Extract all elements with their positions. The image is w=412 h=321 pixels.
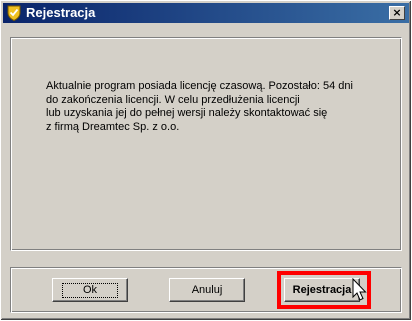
registration-dialog: Rejestracja × Aktualnie program posiada …: [0, 0, 412, 321]
message-line: lub uzyskania jej do pełnej wersji należ…: [46, 107, 328, 119]
app-shield-icon: [6, 5, 22, 22]
message-line: Aktualnie program posiada licencję czaso…: [46, 80, 353, 92]
close-icon[interactable]: ×: [389, 6, 405, 20]
license-message: Aktualnie program posiada licencję czaso…: [46, 80, 366, 134]
message-panel: [10, 37, 402, 251]
cancel-button[interactable]: Anuluj: [169, 278, 245, 302]
message-line: do zakończenia licencji. W celu przedłuż…: [46, 93, 300, 106]
window-title: Rejestracja: [26, 5, 96, 20]
message-line: z firmą Dreamtec Sp. z o.o.: [46, 120, 180, 133]
ok-button[interactable]: Ok: [52, 278, 128, 302]
title-bar[interactable]: Rejestracja ×: [3, 3, 409, 23]
ok-button-label: Ok: [61, 282, 119, 298]
mouse-pointer-icon: [352, 277, 368, 304]
